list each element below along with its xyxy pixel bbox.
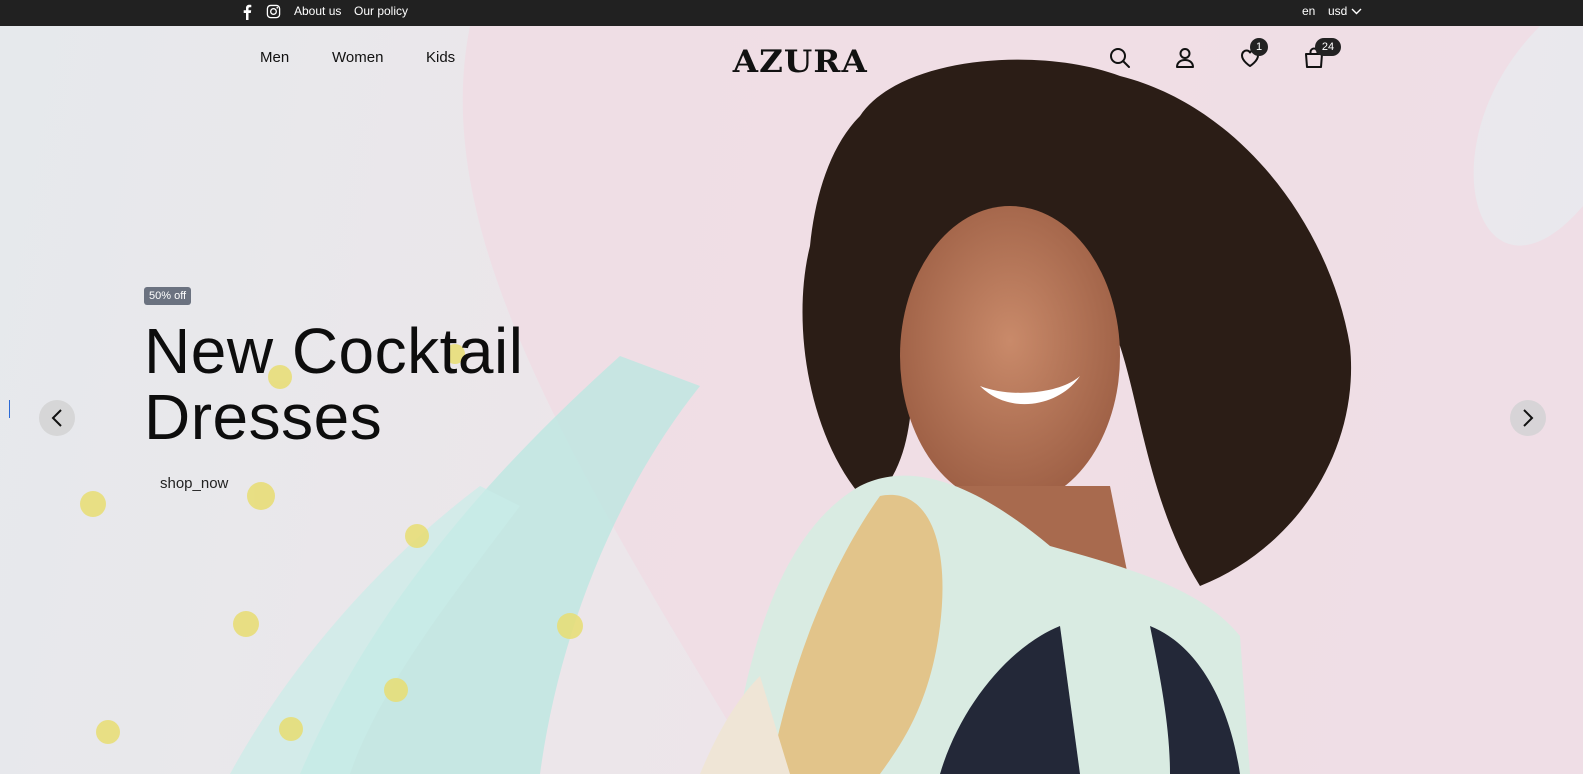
our-policy-link[interactable]: Our policy <box>354 4 408 18</box>
currency-selector[interactable]: usd <box>1328 4 1362 18</box>
user-icon[interactable] <box>1173 46 1197 70</box>
chevron-left-icon <box>51 409 62 427</box>
carousel-prev-button[interactable] <box>39 400 75 436</box>
shop-now-button[interactable]: shop_now <box>160 475 228 492</box>
about-us-link[interactable]: About us <box>294 4 341 18</box>
wishlist-count-badge: 1 <box>1250 38 1268 56</box>
hero-headline-line1: New Cocktail <box>144 315 524 387</box>
currency-label: usd <box>1328 4 1348 18</box>
facebook-icon[interactable] <box>242 4 252 20</box>
nav-item-kids[interactable]: Kids <box>426 49 455 66</box>
chevron-right-icon <box>1523 409 1534 427</box>
carousel-next-button[interactable] <box>1510 400 1546 436</box>
cart-count-badge: 24 <box>1315 38 1341 56</box>
hero-headline-line2: Dresses <box>144 381 383 453</box>
instagram-icon[interactable] <box>266 4 281 19</box>
brand-logo[interactable]: AZURA <box>733 44 868 80</box>
hero-banner: Men Women Kids AZURA 1 24 50% off New Co… <box>0 26 1583 774</box>
search-icon[interactable] <box>1108 46 1132 70</box>
discount-badge: 50% off <box>144 287 192 305</box>
nav-item-men[interactable]: Men <box>260 49 289 66</box>
chevron-down-icon <box>1351 8 1362 14</box>
language-selector[interactable]: en <box>1302 4 1315 18</box>
hero-headline: New Cocktail Dresses <box>144 318 744 450</box>
text-cursor <box>9 400 10 418</box>
nav-item-women[interactable]: Women <box>332 49 383 66</box>
top-bar: About us Our policy en usd <box>0 0 1583 26</box>
